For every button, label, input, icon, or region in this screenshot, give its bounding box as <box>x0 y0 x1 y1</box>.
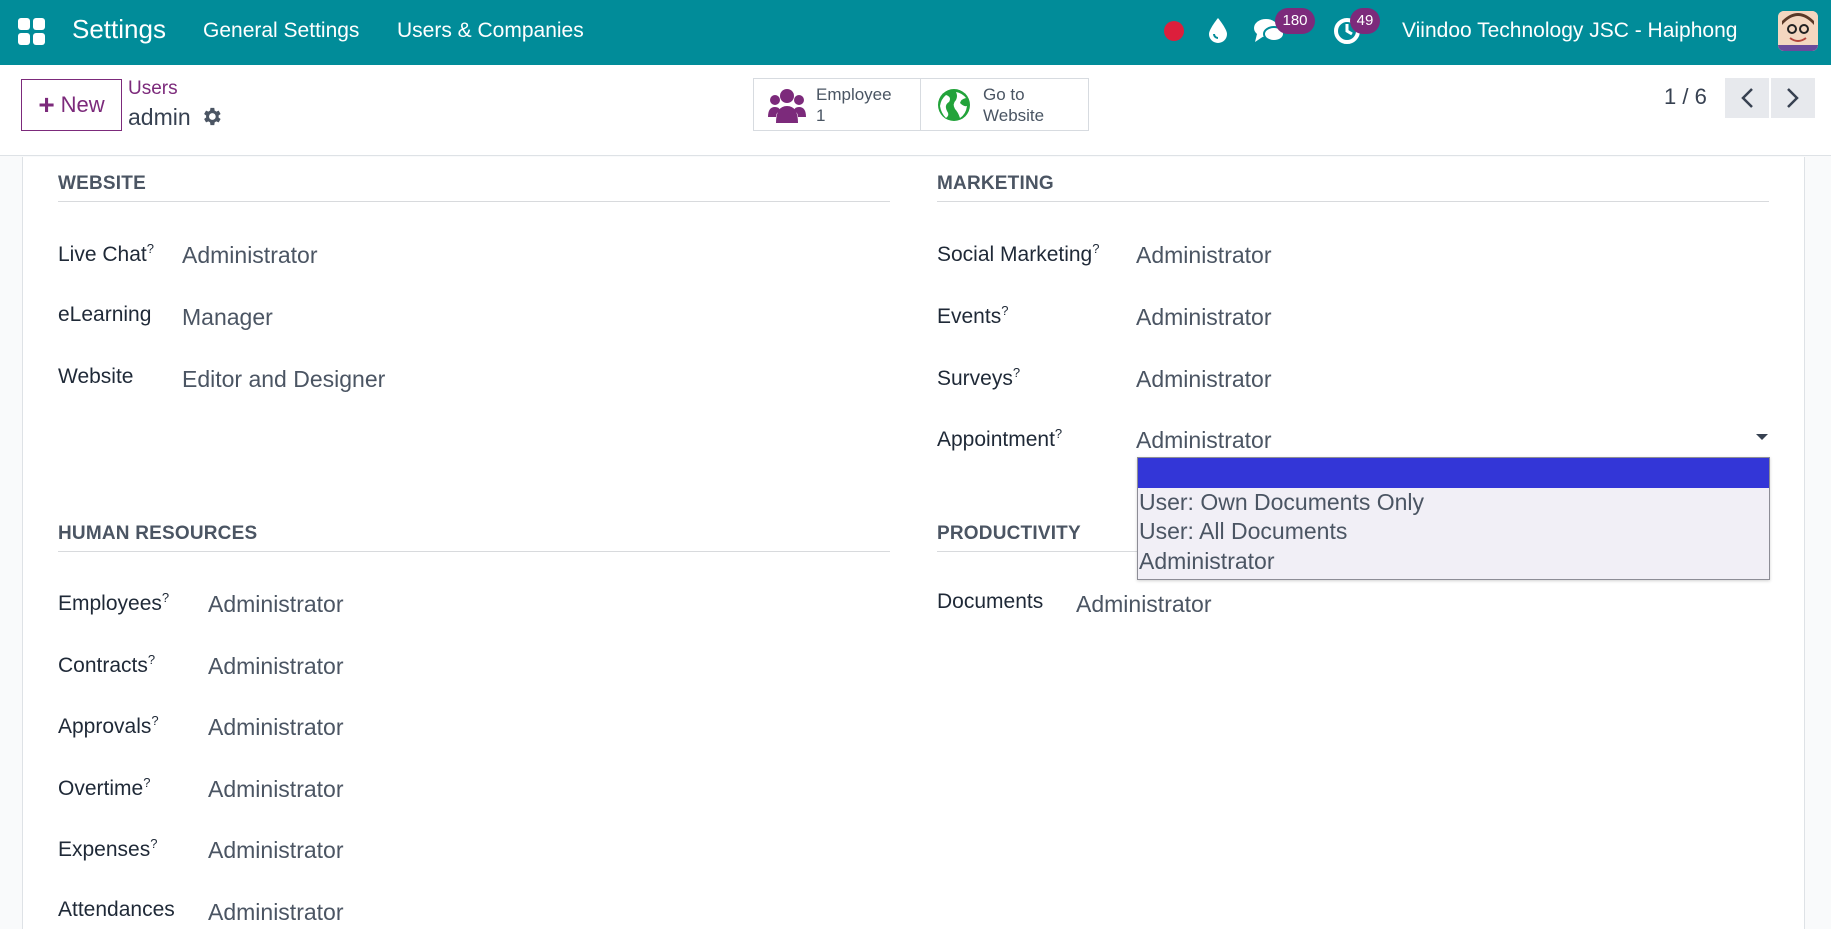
dropdown-option-own-documents[interactable]: User: Own Documents Only <box>1138 488 1769 518</box>
help-icon[interactable]: ? <box>148 652 155 667</box>
field-value-contracts[interactable]: Administrator <box>208 653 343 680</box>
caret-down-icon[interactable] <box>1756 434 1768 440</box>
activity-count-badge: 49 <box>1350 8 1380 34</box>
field-value-employees[interactable]: Administrator <box>208 591 343 618</box>
menu-general-settings[interactable]: General Settings <box>203 19 359 43</box>
pager-next-button[interactable] <box>1771 78 1815 118</box>
field-label-employees: Employees? <box>58 590 170 615</box>
field-label-social-marketing: Social Marketing? <box>937 241 1100 266</box>
field-label-website: Website <box>58 365 134 388</box>
breadcrumb-parent[interactable]: Users <box>128 78 178 100</box>
gear-icon[interactable] <box>200 105 223 128</box>
field-label-contracts: Contracts? <box>58 652 156 677</box>
section-divider <box>58 201 890 202</box>
field-label-elearning: eLearning <box>58 303 152 326</box>
field-label-appointment: Appointment? <box>937 426 1063 451</box>
section-title-marketing: MARKETING <box>937 173 1054 194</box>
record-dot-icon[interactable] <box>1164 21 1184 41</box>
help-icon[interactable]: ? <box>1055 426 1062 441</box>
section-divider <box>58 551 890 552</box>
help-icon[interactable]: ? <box>1001 303 1008 318</box>
app-brand[interactable]: Settings <box>72 14 166 45</box>
field-label-events: Events? <box>937 303 1009 328</box>
section-divider <box>937 201 1769 202</box>
pager-previous-button[interactable] <box>1725 78 1769 118</box>
section-title-human-resources: HUMAN RESOURCES <box>58 523 258 544</box>
breadcrumb-current: admin <box>128 104 191 130</box>
section-title-productivity: PRODUCTIVITY <box>937 523 1081 544</box>
field-value-surveys[interactable]: Administrator <box>1136 366 1271 393</box>
plus-icon: + <box>38 89 55 120</box>
company-switcher[interactable]: Viindoo Technology JSC - Haiphong <box>1402 19 1737 43</box>
field-value-events[interactable]: Administrator <box>1136 304 1271 331</box>
field-value-approvals[interactable]: Administrator <box>208 714 343 741</box>
field-label-documents: Documents <box>937 590 1044 613</box>
chevron-left-icon <box>1741 88 1753 108</box>
dropdown-option-all-documents[interactable]: User: All Documents <box>1138 517 1769 547</box>
drop-icon[interactable] <box>1206 16 1230 44</box>
help-icon[interactable]: ? <box>143 775 150 790</box>
help-icon[interactable]: ? <box>1092 241 1099 256</box>
control-panel: + New Users admin Employee 1 Go to Websi… <box>0 65 1831 156</box>
dropdown-option-administrator[interactable]: Administrator <box>1138 547 1769 577</box>
pager-value[interactable]: 1 / 6 <box>1664 84 1707 110</box>
appointment-select[interactable]: Administrator <box>1136 427 1271 454</box>
field-value-overtime[interactable]: Administrator <box>208 776 343 803</box>
go-to-website-button[interactable]: Go to Website <box>920 78 1089 131</box>
field-label-expenses: Expenses? <box>58 836 158 861</box>
field-value-elearning[interactable]: Manager <box>182 304 273 331</box>
help-icon[interactable]: ? <box>1013 365 1020 380</box>
appointment-dropdown-list[interactable]: User: Own Documents Only User: All Docum… <box>1137 457 1770 580</box>
help-icon[interactable]: ? <box>162 590 169 605</box>
help-icon[interactable]: ? <box>150 836 157 851</box>
field-value-expenses[interactable]: Administrator <box>208 837 343 864</box>
top-navbar: Settings General Settings Users & Compan… <box>0 0 1831 65</box>
employee-smart-value: 1 <box>816 105 826 125</box>
field-value-documents[interactable]: Administrator <box>1076 591 1211 618</box>
chat-count-badge: 180 <box>1275 8 1315 34</box>
avatar[interactable] <box>1778 11 1818 51</box>
new-button-label: New <box>60 92 105 117</box>
field-label-surveys: Surveys? <box>937 365 1021 390</box>
field-value-live-chat[interactable]: Administrator <box>182 242 317 269</box>
field-label-live-chat: Live Chat? <box>58 241 154 266</box>
field-value-website[interactable]: Editor and Designer <box>182 366 385 393</box>
new-button[interactable]: + New <box>21 79 122 131</box>
chevron-right-icon <box>1787 88 1799 108</box>
dropdown-option-empty[interactable] <box>1138 458 1769 488</box>
employee-smart-label: Employee <box>816 84 892 104</box>
field-value-social-marketing[interactable]: Administrator <box>1136 242 1271 269</box>
section-title-website: WEBSITE <box>58 173 146 194</box>
users-icon <box>768 88 806 123</box>
apps-menu-icon[interactable] <box>18 18 45 45</box>
help-icon[interactable]: ? <box>151 713 158 728</box>
go-to-website-label: Go to <box>983 84 1025 104</box>
field-label-overtime: Overtime? <box>58 775 151 800</box>
employee-smart-button[interactable]: Employee 1 <box>753 78 921 131</box>
field-label-approvals: Approvals? <box>58 713 159 738</box>
field-label-attendances: Attendances <box>58 898 175 921</box>
help-icon[interactable]: ? <box>147 241 154 256</box>
field-value-attendances[interactable]: Administrator <box>208 899 343 926</box>
go-to-website-value: Website <box>983 105 1045 125</box>
globe-icon <box>938 88 970 121</box>
menu-users-companies[interactable]: Users & Companies <box>397 19 584 43</box>
